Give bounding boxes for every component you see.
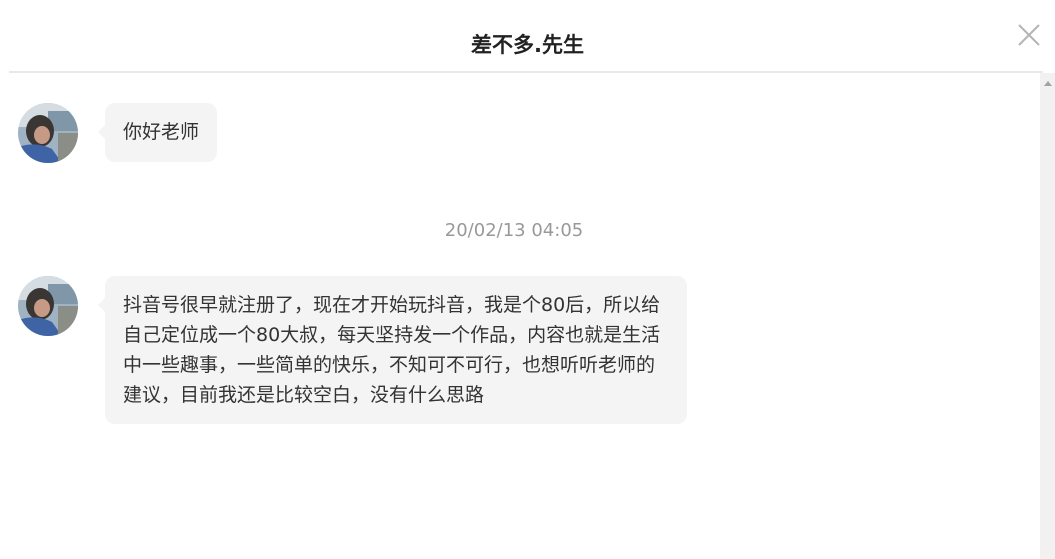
close-button[interactable] [1014, 20, 1044, 50]
message-list[interactable]: 你好老师 20/02/13 04:05 抖音号很早就注册了，现在才开始玩抖音，我… [0, 73, 1040, 559]
scroll-up-arrow-icon[interactable] [1044, 81, 1052, 86]
chat-window: 差不多.先生 你好老师 20/02/13 04:05 抖音号很早就注册了，现在才… [0, 0, 1055, 559]
close-icon [1018, 24, 1040, 46]
sender-avatar[interactable] [18, 103, 78, 163]
sender-avatar[interactable] [18, 276, 78, 336]
chat-title: 差不多.先生 [471, 33, 584, 57]
avatar-photo-icon [18, 276, 78, 336]
message-bubble[interactable]: 抖音号很早就注册了，现在才开始玩抖音，我是个80后，所以给自己定位成一个80大叔… [98, 276, 687, 424]
avatar-photo-icon [18, 103, 78, 163]
message-bubble[interactable]: 你好老师 [97, 103, 218, 162]
message-timestamp: 20/02/13 04:05 [444, 220, 584, 241]
vertical-scrollbar[interactable] [1040, 73, 1055, 559]
chat-header: 差不多.先生 [0, 0, 1055, 73]
